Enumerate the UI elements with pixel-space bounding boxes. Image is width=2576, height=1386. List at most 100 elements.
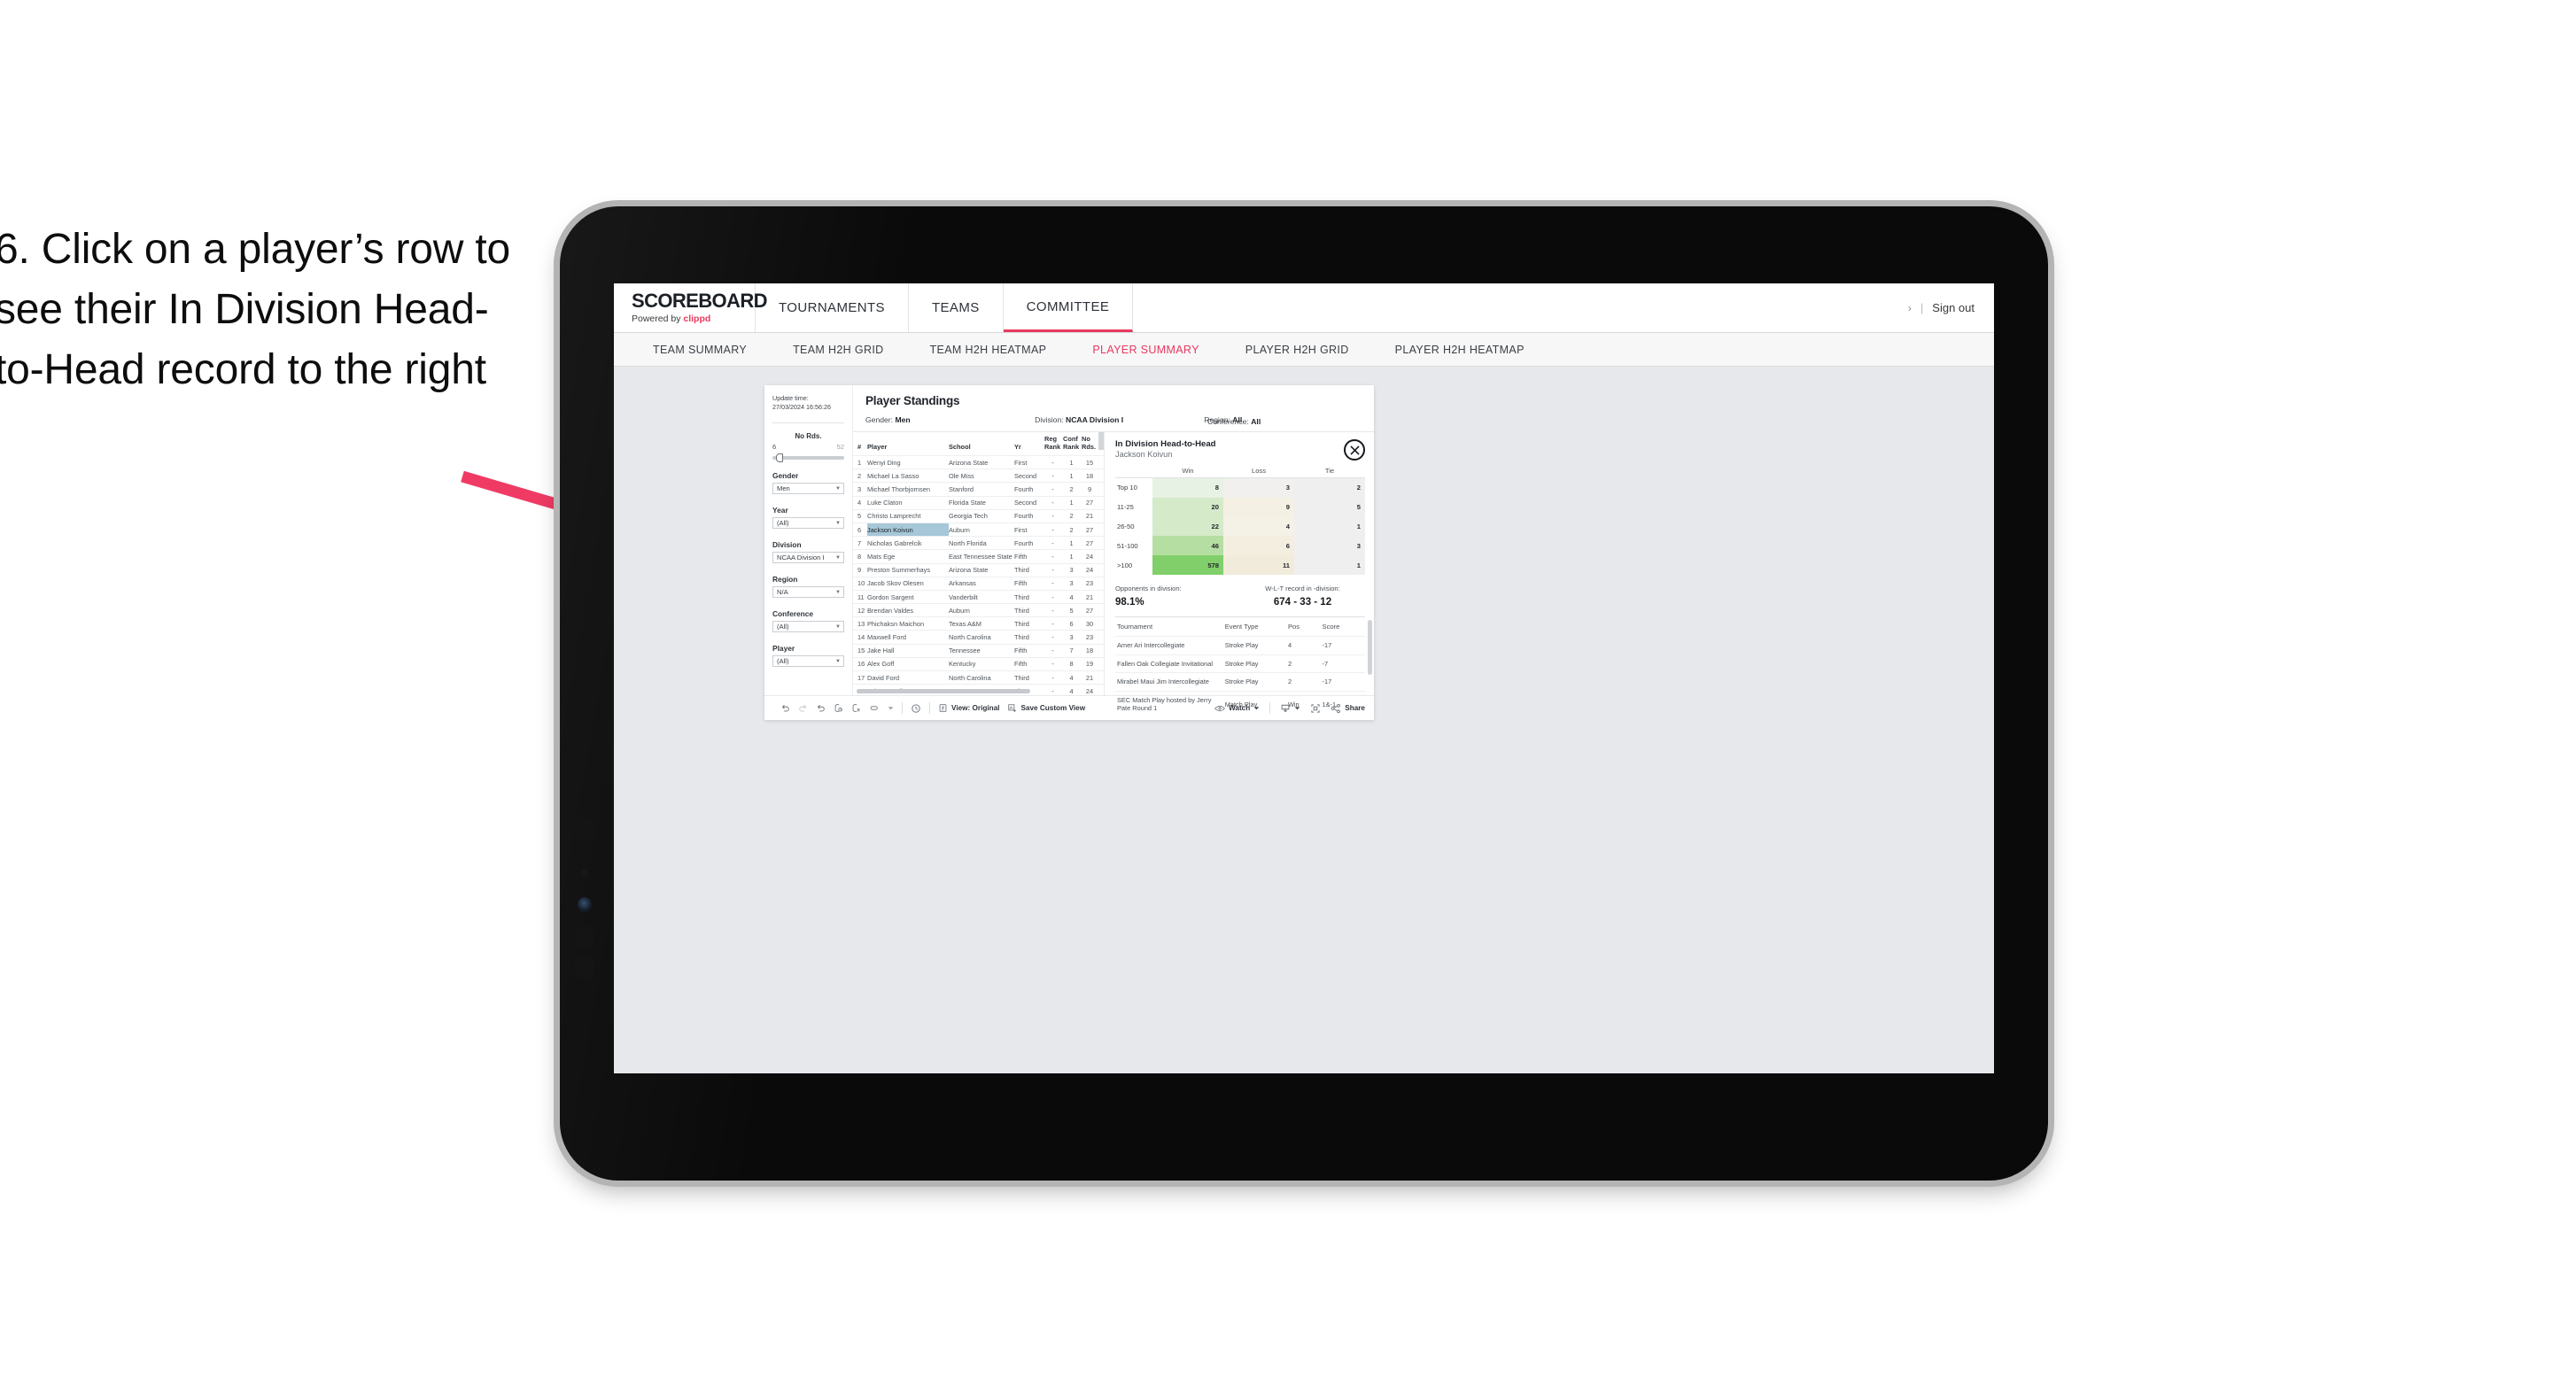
opponents-in-division-label: Opponents in division: [1115, 584, 1182, 592]
tab-player-h2h-heatmap[interactable]: PLAYER H2H HEATMAP [1372, 344, 1548, 356]
meta-conference: Conference: All [1207, 417, 1261, 426]
col-conf-rank[interactable]: Conf Rank [1063, 432, 1082, 456]
tournament-scrollbar[interactable] [1368, 620, 1372, 675]
tab-team-summary[interactable]: TEAM SUMMARY [630, 344, 770, 356]
filter-select-region[interactable]: N/A ▼ [772, 586, 844, 599]
sign-out-link[interactable]: Sign out [1932, 301, 1975, 314]
cell-rank: 9 [853, 562, 867, 577]
table-row[interactable]: 9 Preston Summerhays Arizona State Third -3 2… [853, 562, 1104, 577]
cell-player: Phichaksn Maichon [867, 616, 949, 631]
col-no-rds[interactable]: No Rds. [1082, 432, 1099, 456]
view-shape-icon[interactable] [869, 703, 880, 713]
tab-player-h2h-grid[interactable]: PLAYER H2H GRID [1222, 344, 1372, 356]
cell-player: Nicholas Gabrelcik [867, 536, 949, 550]
col-event-type: Event Type [1224, 622, 1259, 631]
tournament-row: Fallen Oak Collegiate Invitational Stroke… [1115, 654, 1365, 673]
nav-item-teams[interactable]: TEAMS [909, 283, 1004, 332]
clippd-name: clippd [683, 314, 711, 324]
cell-reg-rank: - [1044, 495, 1063, 510]
undo-icon[interactable] [780, 703, 790, 713]
h2h-row: 11-25 20 9 5 [1115, 497, 1365, 517]
cell-rank: 10 [853, 576, 867, 591]
cell-yr: First [1014, 455, 1044, 469]
view-original-button[interactable]: View: Original [938, 703, 999, 713]
table-row[interactable]: 11Gordon SargentVanderbiltThird-4210 [853, 589, 1104, 604]
cell-conf-rank: 1 [1063, 536, 1082, 550]
filter-select-conference[interactable]: (All) ▼ [772, 621, 844, 633]
close-icon[interactable] [1344, 439, 1365, 461]
filter-select-gender[interactable]: Men ▼ [772, 483, 844, 495]
table-row[interactable]: 6Jackson KoivunAuburnFirst-2271 [853, 522, 1104, 537]
table-row[interactable]: 13Phichaksn MaichonTexas A&MThird-6301 [853, 616, 1104, 631]
pause-updates-icon[interactable] [851, 703, 861, 713]
tab-team-h2h-heatmap[interactable]: TEAM H2H HEATMAP [907, 344, 1070, 356]
table-row[interactable]: 10Jacob Skov OlesenArkansasFifth-3230 [853, 576, 1104, 591]
col-player[interactable]: Player [867, 432, 949, 456]
save-custom-view-button[interactable]: Save Custom View [1007, 703, 1085, 713]
cell-reg-rank: - [1044, 670, 1063, 685]
filter-select-year[interactable]: (All) ▼ [772, 517, 844, 530]
brand-logo[interactable]: SCOREBOARD Powered by clippd [614, 283, 768, 332]
no-rounds-slider[interactable] [772, 453, 844, 463]
col-yr[interactable]: Yr [1014, 432, 1044, 456]
table-row[interactable]: 17David FordNorth CarolinaThird-4211 [853, 670, 1104, 685]
cell-yr: Third [1014, 603, 1044, 617]
col-school[interactable]: School [949, 432, 1014, 456]
cell-tournament-name: SEC Match Play hosted by Jerry Pate Roun… [1115, 690, 1223, 718]
table-row[interactable]: 1Wenyi DingArizona StateFirst-1151 [853, 455, 1104, 469]
cell-school: Arkansas [949, 576, 1014, 591]
update-time-value: 27/03/2024 16:56:26 [772, 402, 831, 411]
standings-horizontal-scrollbar[interactable] [857, 689, 1030, 693]
table-row[interactable]: 15Jake HallTennesseeFifth-7180 [853, 643, 1104, 658]
cell-rank: 11 [853, 589, 867, 604]
col-rank[interactable]: # [853, 432, 867, 456]
filter-value-year: (All) [777, 519, 789, 528]
table-row[interactable]: 3Michael ThorbjornsenStanfordFourth-291 [853, 482, 1104, 497]
cell-no-rds: 15 [1082, 455, 1099, 469]
cell-yr: Fourth [1014, 508, 1044, 523]
table-row[interactable]: 5 Christo Lamprecht Georgia Tech Fourth -2 21… [853, 508, 1104, 523]
table-row[interactable]: 4Luke ClatonFlorida StateSecond-1272 [853, 495, 1104, 510]
col-reg-rank[interactable]: Reg Rank [1044, 432, 1063, 456]
no-rounds-slider-thumb[interactable] [776, 453, 783, 463]
cell-rank: 5 [853, 508, 867, 523]
h2h-cell-loss: 3 [1223, 477, 1294, 498]
table-row[interactable]: 8Mats EgeEast Tennessee StateFifth-1242 [853, 549, 1104, 564]
revert-icon[interactable] [816, 703, 826, 713]
visualization-body: Update time: 27/03/2024 16:56:26 No Rds.… [764, 385, 1374, 718]
cell-tournament-name: Amer Ari Intercollegiate [1115, 635, 1223, 655]
history-icon[interactable] [911, 703, 921, 714]
cell-reg-rank: - [1044, 630, 1063, 645]
cell-player: David Ford [867, 670, 949, 685]
nav-item-tournaments[interactable]: TOURNAMENTS [756, 283, 909, 332]
header-separator: | [1920, 301, 1924, 314]
table-row[interactable]: 14Maxwell FordNorth CarolinaThird-3230 [853, 630, 1104, 645]
toolbar-divider-1 [902, 702, 903, 714]
cell-conf-rank: 2 [1063, 522, 1082, 537]
h2h-col-win: Win [1182, 467, 1194, 475]
chevron-right-icon[interactable]: › [1908, 302, 1912, 314]
table-row[interactable]: 2Michael La SassoOle MissSecond-1180 [853, 468, 1104, 483]
col-score: Score [1322, 622, 1340, 631]
nav-item-committee[interactable]: COMMITTEE [1003, 283, 1134, 332]
filter-select-division[interactable]: NCAA Division I ▼ [772, 552, 844, 564]
tab-team-h2h-grid[interactable]: TEAM H2H GRID [770, 344, 906, 356]
tab-player-summary[interactable]: PLAYER SUMMARY [1069, 344, 1222, 356]
cell-yr: Third [1014, 562, 1044, 577]
table-row[interactable]: 16Alex GoffKentuckyFifth-8190 [853, 656, 1104, 671]
cell-no-rds: 18 [1082, 643, 1099, 658]
redo-icon[interactable] [798, 703, 808, 713]
table-row[interactable]: 7 Nicholas Gabrelcik North Florida Fourth -1… [853, 536, 1104, 550]
update-time-label: Update time: [772, 394, 809, 402]
table-row[interactable]: 12Brendan ValdesAuburnThird-5270 [853, 603, 1104, 617]
cell-player: Alex Goff [867, 656, 949, 671]
filter-select-player[interactable]: (All) ▼ [772, 655, 844, 668]
header-right: › | Sign out [1908, 283, 1994, 332]
refresh-data-icon[interactable] [834, 703, 843, 713]
cell-conf-rank: 2 [1063, 508, 1082, 523]
chevron-down-icon[interactable] [888, 705, 894, 711]
cell-event-type: Stroke Play [1222, 654, 1286, 673]
h2h-col-loss: Loss [1251, 467, 1267, 475]
cell-no-rds: 9 [1082, 482, 1099, 497]
cell-event-type: Match Play [1222, 690, 1286, 718]
